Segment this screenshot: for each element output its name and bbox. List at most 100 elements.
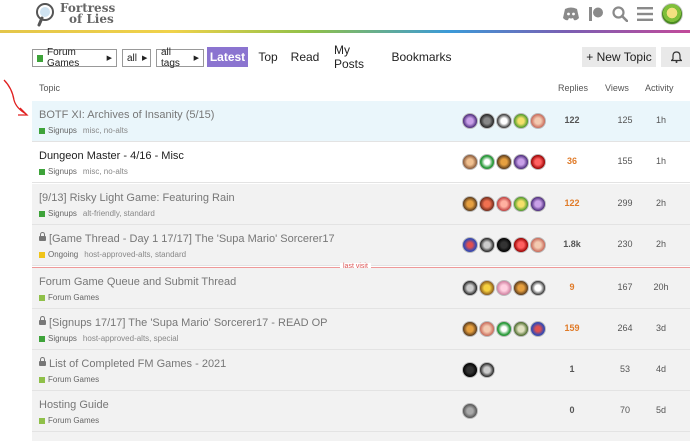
topic-category[interactable]: Forum Games [48, 375, 99, 384]
avatar[interactable] [513, 113, 529, 129]
new-topic-button[interactable]: + New Topic [582, 47, 656, 67]
avatar[interactable] [530, 237, 546, 253]
avatar[interactable] [479, 196, 495, 212]
tab-top[interactable]: Top [256, 47, 280, 67]
column-topic[interactable]: Topic [39, 83, 60, 93]
table-row[interactable]: Forum Game Queue and Submit Thread Forum… [32, 268, 690, 309]
reply-count[interactable]: 0 [552, 405, 592, 415]
table-row[interactable]: [Game Thread - Day 1 17/17] The 'Supa Ma… [32, 225, 690, 266]
avatar[interactable] [496, 321, 512, 337]
avatar[interactable] [479, 321, 495, 337]
avatar[interactable] [462, 237, 478, 253]
avatar[interactable] [530, 280, 546, 296]
avatar[interactable] [496, 113, 512, 129]
reply-count[interactable]: 36 [552, 156, 592, 166]
topic-title[interactable]: [Signups 17/17] The 'Supa Mario' Sorcere… [49, 317, 328, 329]
reply-count[interactable]: 9 [552, 282, 592, 292]
topic-tags[interactable]: misc, no-alts [83, 126, 128, 135]
avatar[interactable] [462, 196, 478, 212]
topic-tags[interactable]: alt-friendly, standard [83, 209, 155, 218]
table-row[interactable]: Hosting Guide Forum Games 0 70 5d [32, 391, 690, 432]
activity-time[interactable]: 3d [643, 323, 679, 333]
column-views[interactable]: Views [605, 83, 629, 93]
reply-count[interactable]: 1 [552, 364, 592, 374]
avatar[interactable] [496, 196, 512, 212]
poster-avatars [462, 113, 546, 129]
topic-tags[interactable]: host-approved-alts, special [83, 334, 179, 343]
tab-my-posts[interactable]: My Posts [334, 43, 380, 71]
avatar[interactable] [479, 362, 495, 378]
activity-time[interactable]: 2h [643, 239, 679, 249]
topic-title[interactable]: Dungeon Master - 4/16 - Misc [39, 150, 184, 162]
hamburger-menu-icon[interactable] [636, 5, 654, 23]
table-row[interactable]: [9/13] Risky Light Game: Featuring Rain … [32, 184, 690, 225]
activity-time[interactable]: 20h [643, 282, 679, 292]
activity-time[interactable]: 1h [643, 156, 679, 166]
category-dropdown[interactable]: Forum Games ▶ [32, 47, 117, 69]
avatar[interactable] [462, 280, 478, 296]
tags-dropdown[interactable]: all tags ▶ [156, 47, 204, 69]
table-row[interactable]: List of Completed FM Games - 2021 Forum … [32, 350, 690, 391]
reply-count[interactable]: 159 [552, 323, 592, 333]
avatar[interactable] [479, 280, 495, 296]
topic-category[interactable]: Forum Games [48, 293, 99, 302]
avatar[interactable] [530, 196, 546, 212]
tab-read[interactable]: Read [291, 47, 320, 67]
table-row[interactable]: Dungeon Master - 4/16 - Misc Signups mis… [32, 142, 690, 183]
topic-category[interactable]: Signups [48, 334, 77, 343]
patreon-icon[interactable] [587, 5, 605, 23]
avatar[interactable] [496, 237, 512, 253]
topic-title[interactable]: BOTF XI: Archives of Insanity (5/15) [39, 109, 214, 121]
avatar[interactable] [462, 362, 478, 378]
topic-category[interactable]: Ongoing [48, 250, 78, 259]
subcategory-dropdown[interactable]: all ▶ [122, 49, 151, 67]
avatar[interactable] [530, 321, 546, 337]
column-replies[interactable]: Replies [558, 83, 588, 93]
topic-title[interactable]: [Game Thread - Day 1 17/17] The 'Supa Ma… [49, 233, 335, 245]
reply-count[interactable]: 122 [552, 198, 592, 208]
table-row[interactable]: BOTF XI: Archives of Insanity (5/15) Sig… [32, 101, 690, 142]
activity-time[interactable]: 4d [643, 364, 679, 374]
topic-title[interactable]: Hosting Guide [39, 399, 109, 411]
avatar[interactable] [462, 154, 478, 170]
column-activity[interactable]: Activity [645, 83, 674, 93]
avatar[interactable] [513, 154, 529, 170]
user-avatar[interactable] [661, 3, 683, 25]
avatar[interactable] [496, 280, 512, 296]
avatar[interactable] [496, 154, 512, 170]
topic-title[interactable]: List of Completed FM Games - 2021 [49, 358, 226, 370]
avatar[interactable] [513, 280, 529, 296]
avatar[interactable] [530, 113, 546, 129]
search-icon[interactable] [611, 5, 629, 23]
activity-time[interactable]: 1h [643, 115, 679, 125]
site-logo-text[interactable]: Fortress of Lies [60, 2, 115, 25]
avatar[interactable] [462, 113, 478, 129]
topic-category[interactable]: Signups [48, 167, 77, 176]
magnifier-logo-icon[interactable] [34, 2, 60, 28]
avatar[interactable] [513, 237, 529, 253]
topic-tags[interactable]: misc, no-alts [83, 167, 128, 176]
topic-category[interactable]: Signups [48, 126, 77, 135]
avatar[interactable] [479, 113, 495, 129]
reply-count[interactable]: 122 [552, 115, 592, 125]
avatar[interactable] [530, 154, 546, 170]
activity-time[interactable]: 2h [643, 198, 679, 208]
topic-category[interactable]: Forum Games [48, 416, 99, 425]
topic-tags[interactable]: host-approved-alts, standard [84, 250, 186, 259]
avatar[interactable] [479, 237, 495, 253]
activity-time[interactable]: 5d [643, 405, 679, 415]
notification-bell-button[interactable] [661, 47, 690, 67]
avatar[interactable] [513, 196, 529, 212]
topic-category[interactable]: Signups [48, 209, 77, 218]
tab-latest[interactable]: Latest [207, 47, 248, 67]
tab-bookmarks[interactable]: Bookmarks [391, 47, 451, 67]
discord-icon[interactable] [562, 5, 580, 23]
topic-title[interactable]: [9/13] Risky Light Game: Featuring Rain [39, 192, 235, 204]
avatar[interactable] [462, 403, 478, 419]
reply-count[interactable]: 1.8k [552, 239, 592, 249]
avatar[interactable] [462, 321, 478, 337]
avatar[interactable] [513, 321, 529, 337]
avatar[interactable] [479, 154, 495, 170]
topic-title[interactable]: Forum Game Queue and Submit Thread [39, 276, 236, 288]
table-row[interactable]: [Signups 17/17] The 'Supa Mario' Sorcere… [32, 309, 690, 350]
